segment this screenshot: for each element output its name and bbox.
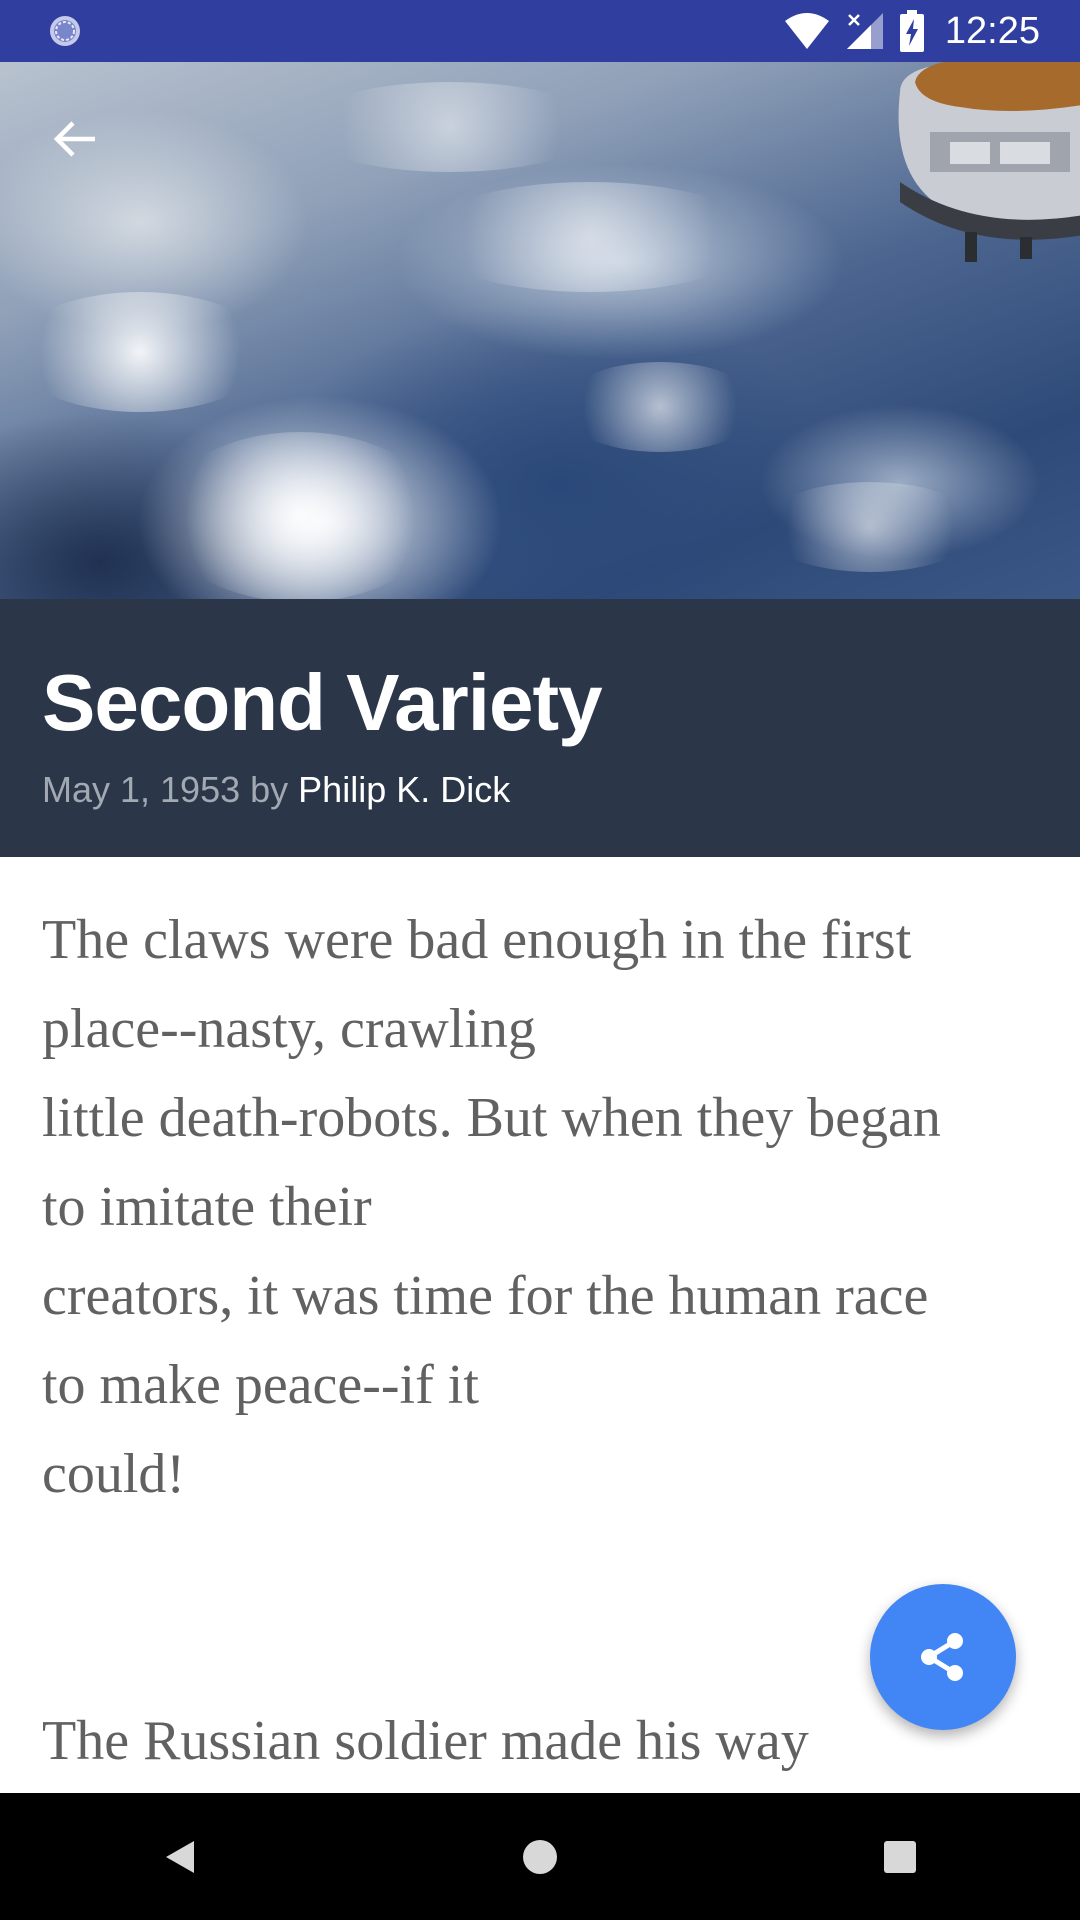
text-line: to imitate their xyxy=(42,1176,372,1238)
share-icon xyxy=(921,1633,963,1681)
paragraph: The claws were bad enough in the first p… xyxy=(42,896,1042,1519)
hero-image xyxy=(0,62,1080,599)
signal-icon xyxy=(846,13,883,49)
nav-home-button[interactable] xyxy=(480,1797,600,1917)
nav-back-button[interactable] xyxy=(120,1797,240,1917)
article-date: May 1, 1953 by xyxy=(42,769,289,810)
text-line: could! xyxy=(42,1443,186,1505)
paragraph: The Russian soldier made his way xyxy=(42,1710,809,1772)
back-button[interactable] xyxy=(40,104,110,174)
text-line: The claws were bad enough in the first xyxy=(42,909,912,971)
back-triangle-icon xyxy=(166,1840,194,1873)
text-line: place--nasty, crawling xyxy=(42,998,536,1060)
home-circle-icon xyxy=(523,1839,557,1874)
text-line: creators, it was time for the human race xyxy=(42,1265,929,1327)
share-button[interactable] xyxy=(870,1584,1016,1730)
sync-icon xyxy=(50,16,80,46)
wifi-icon xyxy=(784,13,829,49)
status-bar: 12:25 xyxy=(0,0,1080,62)
battery-charging-icon xyxy=(899,10,924,52)
satellite-image xyxy=(898,62,1080,262)
navigation-bar xyxy=(0,1793,1080,1920)
article-title: Second Variety xyxy=(42,658,603,747)
article-meta: May 1, 1953 by Philip K. Dick xyxy=(42,769,510,811)
article-header: Second Variety May 1, 1953 by Philip K. … xyxy=(0,599,1080,857)
recents-square-icon xyxy=(884,1840,916,1873)
clock: 12:25 xyxy=(944,9,1040,52)
article-author[interactable]: Philip K. Dick xyxy=(298,769,510,810)
arrow-back-icon xyxy=(53,121,95,157)
text-line: little death-robots. But when they began xyxy=(42,1087,941,1149)
text-line: to make peace--if it xyxy=(42,1354,479,1416)
nav-recents-button[interactable] xyxy=(840,1797,960,1917)
